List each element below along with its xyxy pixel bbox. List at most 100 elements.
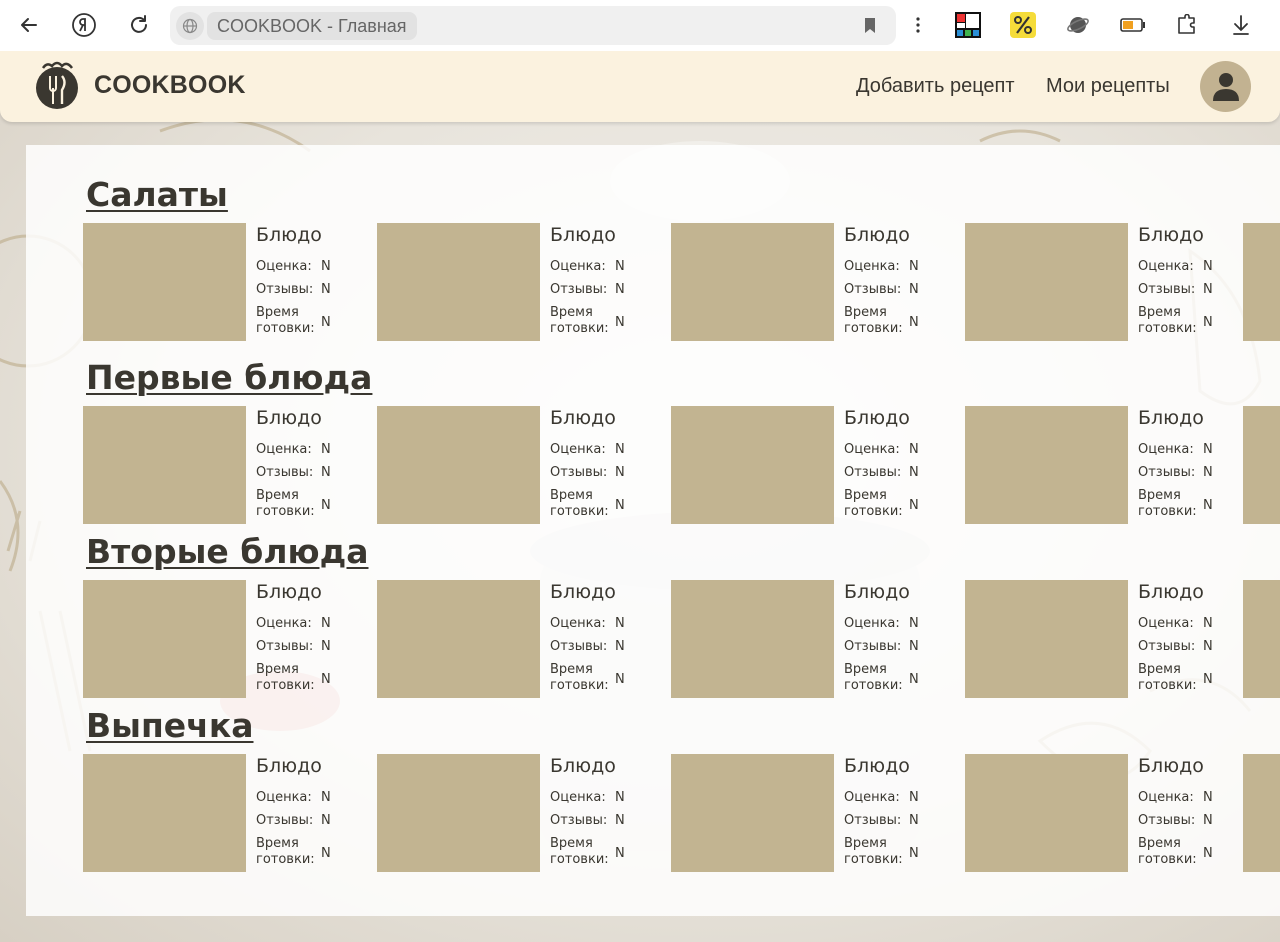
recipe-card[interactable]: Блюдо Оценка: N Отзывы: N Время готовки: N — [83, 754, 353, 872]
cook-time-label: готовки: — [844, 678, 903, 693]
cook-time-label: Время — [550, 305, 593, 320]
recipe-card[interactable]: Блюдо Оценка: N Отзывы: N Время готовки: N — [83, 223, 353, 341]
cook-time-label: готовки: — [1138, 678, 1197, 693]
recipe-image-placeholder[interactable] — [83, 223, 246, 341]
recipe-image-placeholder[interactable] — [83, 406, 246, 524]
recipe-image-placeholder[interactable] — [671, 223, 834, 341]
recipe-card[interactable] — [1243, 406, 1280, 524]
recipe-card[interactable]: Блюдо Оценка: N Отзывы: N Время готовки: N — [671, 223, 941, 341]
reviews-value: N — [321, 639, 331, 654]
recipe-card[interactable]: Блюдо Оценка: N Отзывы: N Время готовки: N — [965, 580, 1235, 698]
cook-time-value: N — [321, 846, 331, 861]
cook-time-value: N — [909, 498, 919, 513]
cook-time-label: готовки: — [844, 321, 903, 336]
rating-value: N — [1203, 616, 1213, 631]
rating-value: N — [615, 259, 625, 274]
recipe-section: Салаты Блюдо Оценка: N Отзывы: N Время готовки:… — [26, 175, 1280, 345]
recipe-card[interactable]: Блюдо Оценка: N Отзывы: N Время готовки: N — [965, 406, 1235, 524]
recipe-card[interactable]: Блюдо Оценка: N Отзывы: N Время готовки: N — [965, 223, 1235, 341]
recipe-name[interactable]: Блюдо — [1138, 755, 1204, 777]
reviews-value: N — [615, 465, 625, 480]
cook-time-value: N — [321, 315, 331, 330]
recipe-name[interactable]: Блюдо — [256, 407, 322, 429]
recipe-name[interactable]: Блюдо — [844, 407, 910, 429]
recipe-card[interactable] — [1243, 580, 1280, 698]
reviews-label: Отзывы: — [550, 813, 608, 828]
recipe-name[interactable]: Блюдо — [844, 581, 910, 603]
rating-value: N — [909, 616, 919, 631]
cook-time-label: Время — [844, 836, 887, 851]
section-title[interactable]: Салаты — [86, 175, 228, 214]
recipe-image-placeholder[interactable] — [671, 754, 834, 872]
recipe-image-placeholder[interactable] — [965, 223, 1128, 341]
reviews-label: Отзывы: — [256, 282, 314, 297]
reviews-label: Отзывы: — [550, 465, 608, 480]
cook-time-value: N — [615, 846, 625, 861]
rating-value: N — [321, 442, 331, 457]
recipe-card[interactable]: Блюдо Оценка: N Отзывы: N Время готовки: N — [377, 754, 647, 872]
recipe-name[interactable]: Блюдо — [550, 755, 616, 777]
section-title[interactable]: Вторые блюда — [86, 532, 369, 571]
recipe-name[interactable]: Блюдо — [550, 224, 616, 246]
rating-value: N — [1203, 790, 1213, 805]
rating-label: Оценка: — [1138, 616, 1194, 631]
recipe-image-placeholder[interactable] — [965, 406, 1128, 524]
reviews-label: Отзывы: — [844, 465, 902, 480]
rating-label: Оценка: — [256, 442, 312, 457]
section-title[interactable]: Первые блюда — [86, 358, 372, 397]
recipe-card[interactable]: Блюдо Оценка: N Отзывы: N Время готовки: N — [965, 754, 1235, 872]
reviews-value: N — [909, 465, 919, 480]
recipe-image-placeholder[interactable] — [671, 406, 834, 524]
reviews-label: Отзывы: — [256, 465, 314, 480]
section-title[interactable]: Выпечка — [86, 706, 254, 745]
recipe-image-placeholder[interactable] — [377, 223, 540, 341]
reviews-value: N — [1203, 639, 1213, 654]
recipe-card[interactable]: Блюдо Оценка: N Отзывы: N Время готовки: N — [671, 580, 941, 698]
recipe-name[interactable]: Блюдо — [256, 755, 322, 777]
recipe-card[interactable]: Блюдо Оценка: N Отзывы: N Время готовки: N — [83, 580, 353, 698]
cook-time-value: N — [615, 498, 625, 513]
recipe-image-placeholder[interactable] — [83, 580, 246, 698]
recipe-card[interactable]: Блюдо Оценка: N Отзывы: N Время готовки: N — [83, 406, 353, 524]
cook-time-label: готовки: — [844, 852, 903, 867]
recipe-name[interactable]: Блюдо — [1138, 581, 1204, 603]
recipe-card[interactable]: Блюдо Оценка: N Отзывы: N Время готовки: N — [377, 223, 647, 341]
recipe-image-placeholder[interactable] — [1243, 754, 1280, 872]
rating-label: Оценка: — [550, 616, 606, 631]
recipe-image-placeholder[interactable] — [83, 754, 246, 872]
recipe-sections: Салаты Блюдо Оценка: N Отзывы: N Время готовки:… — [26, 0, 1280, 942]
recipe-image-placeholder[interactable] — [1243, 406, 1280, 524]
recipe-card[interactable]: Блюдо Оценка: N Отзывы: N Время готовки: N — [377, 580, 647, 698]
recipe-name[interactable]: Блюдо — [844, 755, 910, 777]
recipe-section: Первые блюда Блюдо Оценка: N Отзывы: N Время го… — [26, 358, 1280, 528]
recipe-name[interactable]: Блюдо — [550, 581, 616, 603]
recipe-image-placeholder[interactable] — [377, 580, 540, 698]
rating-value: N — [1203, 442, 1213, 457]
recipe-name[interactable]: Блюдо — [844, 224, 910, 246]
recipe-card[interactable] — [1243, 223, 1280, 341]
recipe-image-placeholder[interactable] — [1243, 223, 1280, 341]
recipe-name[interactable]: Блюдо — [256, 224, 322, 246]
recipe-image-placeholder[interactable] — [377, 754, 540, 872]
recipe-name[interactable]: Блюдо — [550, 407, 616, 429]
recipe-card[interactable]: Блюдо Оценка: N Отзывы: N Время готовки: N — [671, 406, 941, 524]
cook-time-label: готовки: — [1138, 852, 1197, 867]
cook-time-value: N — [909, 672, 919, 687]
recipe-image-placeholder[interactable] — [965, 580, 1128, 698]
recipe-image-placeholder[interactable] — [1243, 580, 1280, 698]
cook-time-label: готовки: — [550, 504, 609, 519]
cook-time-label: готовки: — [550, 852, 609, 867]
cook-time-label: готовки: — [256, 678, 315, 693]
rating-value: N — [1203, 259, 1213, 274]
recipe-card[interactable]: Блюдо Оценка: N Отзывы: N Время готовки: N — [671, 754, 941, 872]
recipe-name[interactable]: Блюдо — [1138, 407, 1204, 429]
recipe-name[interactable]: Блюдо — [256, 581, 322, 603]
cook-time-value: N — [909, 846, 919, 861]
recipe-card[interactable] — [1243, 754, 1280, 872]
recipe-name[interactable]: Блюдо — [1138, 224, 1204, 246]
recipe-image-placeholder[interactable] — [671, 580, 834, 698]
cook-time-value: N — [909, 315, 919, 330]
recipe-image-placeholder[interactable] — [965, 754, 1128, 872]
recipe-card[interactable]: Блюдо Оценка: N Отзывы: N Время готовки: N — [377, 406, 647, 524]
recipe-image-placeholder[interactable] — [377, 406, 540, 524]
